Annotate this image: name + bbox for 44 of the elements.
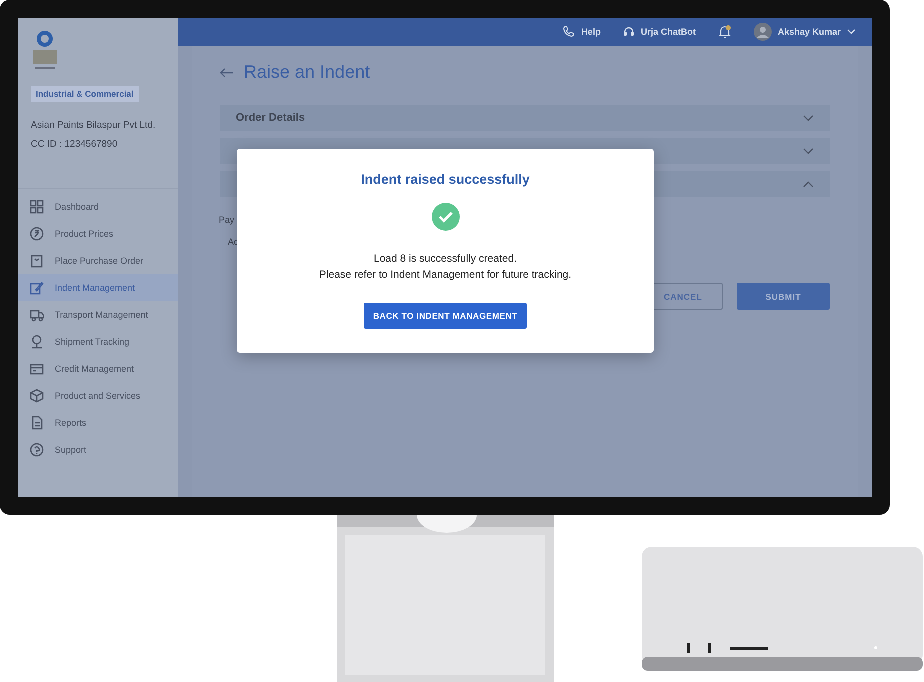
phone-icon bbox=[563, 26, 576, 38]
sidebar-item[interactable]: Product Prices bbox=[18, 220, 178, 247]
submit-button[interactable]: SUBMIT bbox=[737, 283, 830, 310]
grid-icon bbox=[30, 200, 44, 214]
sidebar-item[interactable]: Credit Management bbox=[18, 355, 178, 382]
back-to-indent-button[interactable]: BACK TO INDENT MANAGEMENT bbox=[364, 303, 527, 329]
rupee-icon bbox=[30, 226, 44, 240]
field-label: Pay bbox=[219, 215, 236, 225]
credit-card-icon bbox=[30, 362, 44, 376]
sidebar-item[interactable]: Reports bbox=[18, 409, 178, 436]
dialog-message: Please refer to Indent Management for future tracking. bbox=[319, 268, 572, 283]
edit-icon bbox=[30, 280, 44, 294]
truck-icon bbox=[30, 308, 44, 322]
sidebar-item[interactable]: Dashboard bbox=[18, 193, 178, 220]
notification-bell-icon[interactable] bbox=[718, 25, 732, 39]
dialog-message: Load 8 is successfully created. bbox=[374, 252, 517, 267]
segment-badge: Industrial & Commercial bbox=[31, 86, 139, 102]
sidebar-item[interactable]: Support bbox=[18, 436, 178, 463]
chevron-down-icon bbox=[847, 29, 856, 35]
document-icon bbox=[30, 416, 44, 430]
package-icon bbox=[30, 388, 44, 402]
chevron-down-icon bbox=[803, 114, 814, 122]
chatbot-link[interactable]: Urja ChatBot bbox=[622, 26, 696, 38]
location-pin-icon bbox=[30, 334, 44, 348]
sidebar-item[interactable]: Place Purchase Order bbox=[18, 247, 178, 274]
sidebar-item[interactable]: Transport Management bbox=[18, 301, 178, 328]
sidebar-item[interactable]: Product and Services bbox=[18, 382, 178, 409]
sidebar-item[interactable]: Shipment Tracking bbox=[18, 328, 178, 355]
user-menu[interactable]: Akshay Kumar bbox=[754, 23, 856, 41]
success-check-icon bbox=[432, 203, 460, 231]
cc-id: CC ID : 1234567890 bbox=[31, 139, 119, 150]
shopping-bag-icon bbox=[30, 254, 44, 268]
company-name: Asian Paints Bilaspur Pvt Ltd. bbox=[31, 120, 157, 131]
help-link[interactable]: Help bbox=[563, 26, 601, 38]
headset-icon bbox=[622, 26, 635, 38]
avatar-icon bbox=[754, 23, 772, 41]
sidebar-item[interactable]: Indent Management bbox=[18, 274, 178, 301]
page-title: Raise an Indent bbox=[244, 62, 370, 83]
dialog-title: Indent raised successfully bbox=[361, 172, 530, 187]
help-icon bbox=[30, 442, 44, 456]
back-arrow-icon[interactable] bbox=[220, 68, 234, 78]
accordion-header[interactable]: Order Details bbox=[220, 105, 830, 131]
chevron-down-icon bbox=[803, 148, 814, 154]
chevron-up-icon bbox=[803, 180, 814, 188]
